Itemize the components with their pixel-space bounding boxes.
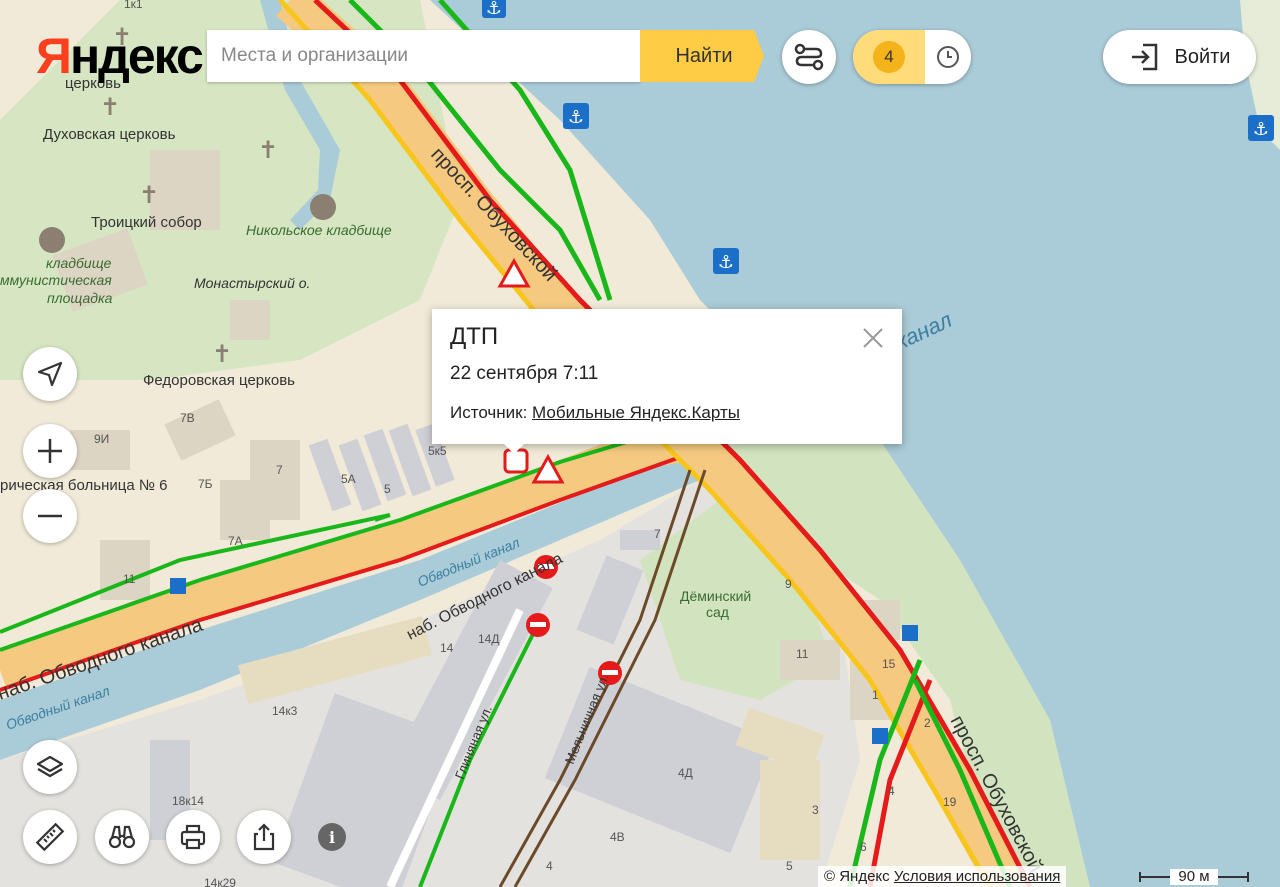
svg-text:✝: ✝ — [100, 93, 120, 121]
login-button[interactable]: Войти — [1103, 30, 1256, 84]
incident-popup: ДТП 22 сентября 7:11 Источник: Мобильные… — [432, 309, 902, 454]
svg-text:⚓: ⚓ — [1253, 119, 1269, 140]
svg-text:✝: ✝ — [139, 181, 159, 209]
route-button[interactable] — [782, 30, 836, 84]
search-input[interactable] — [207, 30, 640, 82]
login-icon — [1131, 43, 1157, 71]
popup-source-label: Источник: — [450, 403, 528, 422]
clock-icon — [937, 46, 959, 68]
traffic-forecast-button[interactable] — [925, 30, 971, 84]
layers-icon — [36, 755, 64, 778]
search-button-label: Найти — [675, 44, 733, 67]
svg-text:✝: ✝ — [258, 136, 278, 164]
zoom-out-button[interactable] — [23, 489, 77, 543]
navigation-arrow-icon — [37, 361, 63, 387]
search-bar: Найти — [207, 30, 767, 82]
logo-first-letter: Я — [36, 28, 72, 84]
svg-text:⚓: ⚓ — [718, 252, 734, 273]
traffic-score-badge: 4 — [873, 41, 905, 73]
yandex-logo[interactable]: Яндекс — [36, 26, 204, 86]
svg-text:⚓: ⚓ — [568, 107, 584, 128]
traffic-score[interactable]: 4 — [853, 30, 925, 84]
search-button[interactable]: Найти — [640, 30, 764, 82]
minus-icon — [38, 514, 62, 518]
zoom-in-button[interactable] — [23, 424, 77, 478]
print-button[interactable] — [166, 810, 220, 864]
printer-icon — [180, 824, 206, 850]
binoculars-icon — [108, 825, 136, 849]
layers-button[interactable] — [23, 740, 77, 794]
traffic-score-value: 4 — [884, 47, 894, 66]
terms-link[interactable]: Условия использования — [894, 868, 1061, 885]
ruler-icon — [35, 822, 65, 852]
info-icon[interactable] — [318, 823, 346, 851]
traffic-control[interactable]: 4 — [853, 30, 971, 84]
logo-rest: ндекс — [69, 28, 204, 84]
plus-icon — [38, 439, 62, 463]
close-icon[interactable] — [862, 327, 884, 349]
svg-text:⚓: ⚓ — [486, 0, 502, 19]
geolocation-button[interactable] — [23, 347, 77, 401]
ruler-button[interactable] — [23, 810, 77, 864]
scale-bar: 90 м — [1138, 866, 1250, 887]
login-label: Войти — [1174, 45, 1231, 68]
popup-source: Источник: Мобильные Яндекс.Карты — [450, 403, 884, 423]
copyright-text: © Яндекс — [824, 868, 890, 885]
route-icon — [794, 43, 824, 71]
popup-title: ДТП — [450, 323, 499, 350]
scale-label: 90 м — [1178, 868, 1210, 885]
popup-source-link[interactable]: Мобильные Яндекс.Карты — [532, 403, 740, 422]
copyright-bar: © Яндекс Условия использования — [818, 866, 1067, 887]
svg-text:✝: ✝ — [212, 340, 232, 368]
panorama-button[interactable] — [95, 810, 149, 864]
popup-date: 22 сентября 7:11 — [450, 363, 599, 384]
share-button[interactable] — [237, 810, 291, 864]
share-icon — [253, 823, 275, 851]
